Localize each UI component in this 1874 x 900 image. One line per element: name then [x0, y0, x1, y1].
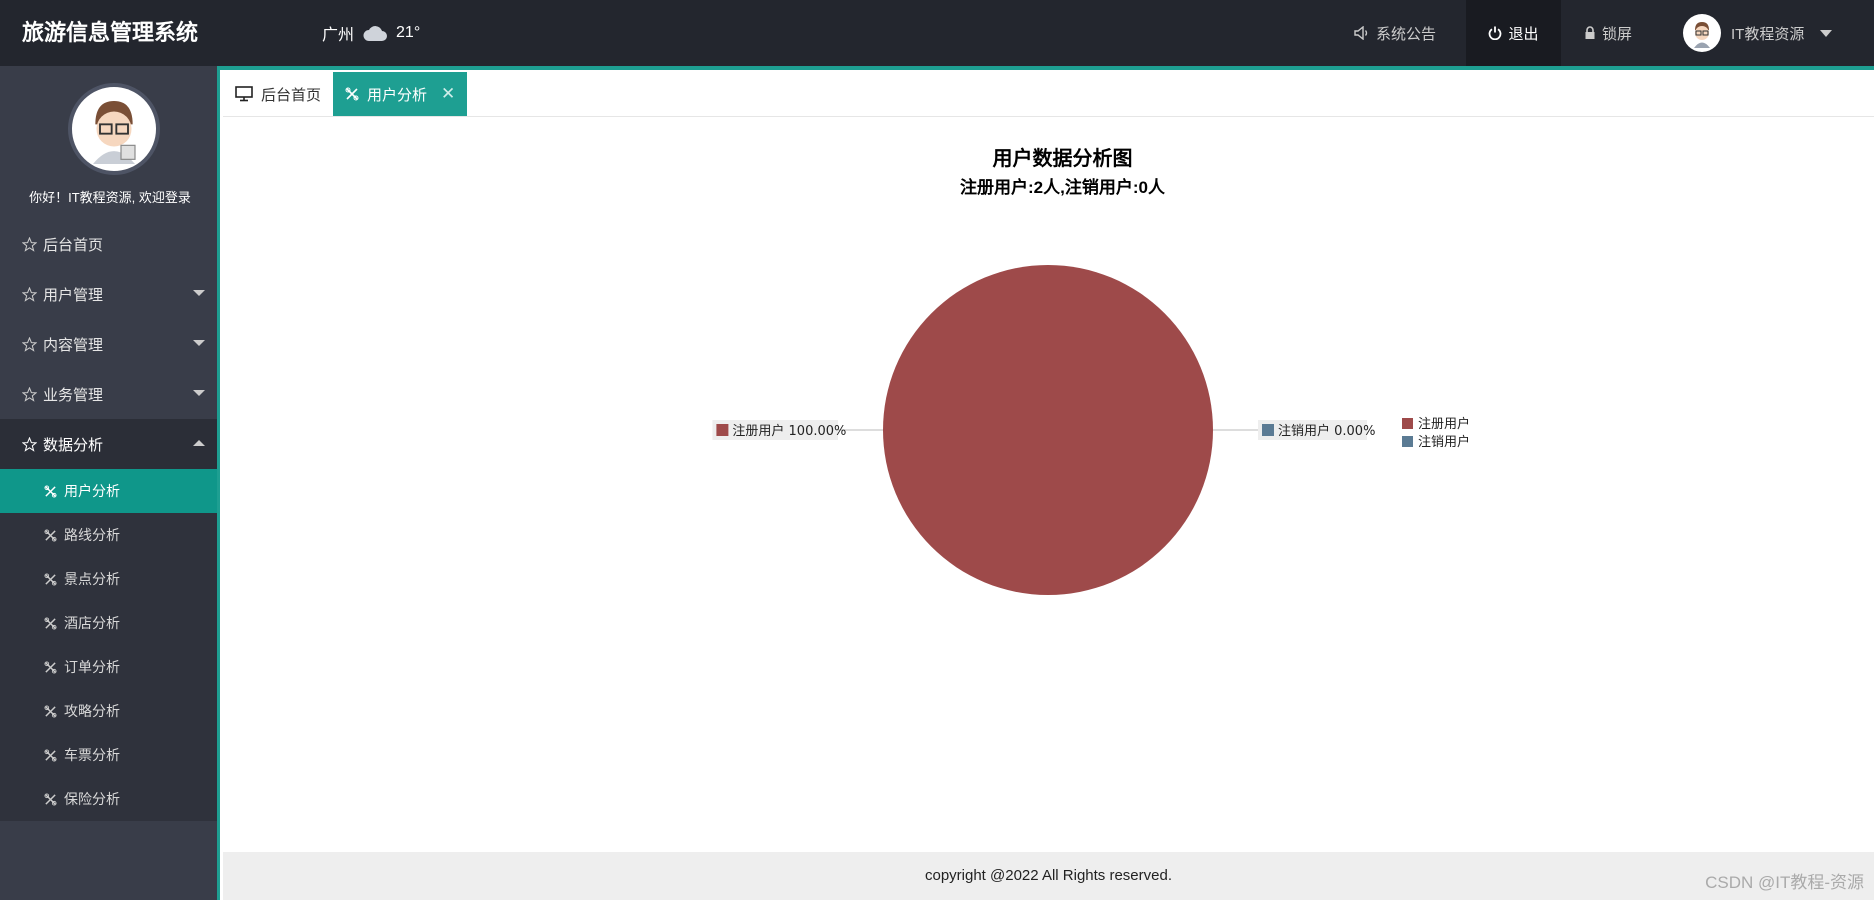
sidebar-item-label: 内容管理: [43, 336, 104, 354]
tab-label: 用户分析: [367, 86, 428, 104]
logout-label: 退出: [1508, 25, 1539, 43]
welcome-text: 你好！IT教程资源, 欢迎登录: [29, 190, 191, 205]
sidebar-item-label: 用户管理: [43, 286, 104, 304]
sidebar-item-content-management[interactable]: 内容管理: [0, 319, 217, 369]
sidebar-subitem-label: 保险分析: [64, 791, 120, 807]
star-icon: [22, 436, 37, 452]
sidebar-subitem-insurance-analysis[interactable]: 保险分析: [0, 777, 217, 821]
star-icon: [22, 386, 37, 402]
logout-button[interactable]: 退出: [1466, 0, 1561, 70]
sidebar-submenu: 用户分析 路线分析 景点分析 酒店分析 订单分析 攻略分析 车票分析 保险分析: [0, 469, 217, 821]
weather-temp: 21°: [396, 24, 421, 41]
weather-city: 广州: [322, 27, 355, 44]
user-menu[interactable]: IT教程资源: [1683, 0, 1833, 66]
sidebar-subitem-label: 车票分析: [64, 747, 120, 763]
top-header: 旅游信息管理系统 广州 21° 系统公告 退出 锁屏 IT教程资源: [0, 0, 1874, 70]
data-label-swatch: [716, 424, 729, 436]
footer: copyright @2022 All Rights reserved.: [223, 852, 1874, 900]
sidebar-avatar: [68, 83, 160, 175]
sidebar-subitem-label: 景点分析: [64, 571, 120, 587]
lock-screen-button[interactable]: 锁屏: [1584, 0, 1632, 66]
tools-icon: [44, 704, 57, 718]
tab-bar: 后台首页 用户分析 ✕: [223, 70, 1874, 117]
user-avatar-icon: [1694, 22, 1710, 48]
speaker-icon: [1354, 26, 1368, 40]
sidebar: 你好！IT教程资源, 欢迎登录 后台首页 用户管理 内容管理 业务管理 数据分析: [0, 66, 220, 900]
tools-icon: [44, 528, 57, 542]
tab-home[interactable]: 后台首页: [223, 72, 333, 116]
app-title: 旅游信息管理系统: [21, 20, 198, 45]
sidebar-subitem-attraction-analysis[interactable]: 景点分析: [0, 557, 217, 601]
user-name: IT教程资源: [1731, 25, 1805, 43]
avatar: [1683, 14, 1721, 52]
tools-icon: [44, 572, 57, 586]
sidebar-item-data-analysis[interactable]: 数据分析: [0, 419, 217, 469]
tools-icon: [44, 792, 57, 806]
tab-label: 后台首页: [261, 86, 322, 104]
notice-button[interactable]: 系统公告: [1354, 0, 1436, 66]
watermark: CSDN @IT教程-资源: [1705, 873, 1864, 892]
tools-icon: [44, 748, 57, 762]
sidebar-nav: 后台首页 用户管理 内容管理 业务管理 数据分析 用户分析 路线分析 景点分析 …: [0, 219, 217, 821]
sidebar-item-label: 数据分析: [43, 436, 104, 454]
sidebar-subitem-guide-analysis[interactable]: 攻略分析: [0, 689, 217, 733]
lock-icon: [1585, 26, 1595, 39]
data-label-swatch: [1262, 424, 1274, 436]
data-label: 注销用户 0.00%: [1278, 423, 1375, 439]
tools-icon: [44, 484, 57, 498]
legend-label[interactable]: 注销用户: [1418, 434, 1470, 450]
chevron-down-icon: [193, 290, 205, 296]
sidebar-subitem-ticket-analysis[interactable]: 车票分析: [0, 733, 217, 777]
sidebar-subitem-label: 酒店分析: [64, 615, 120, 631]
cloud-icon: [363, 26, 388, 41]
chevron-up-icon: [193, 440, 205, 446]
tools-icon: [44, 660, 57, 674]
chevron-down-icon: [193, 340, 205, 346]
pie-chart-canvas: 注册用户 100.00% 注销用户 0.00% 注册用户注销用户: [712, 265, 1470, 595]
sidebar-item-label: 业务管理: [43, 386, 104, 404]
sidebar-item-user-management[interactable]: 用户管理: [0, 269, 217, 319]
data-label: 注册用户 100.00%: [732, 423, 846, 439]
user-avatar-icon: [93, 101, 136, 164]
pie-slice[interactable]: [883, 265, 1213, 595]
tools-icon: [44, 616, 57, 630]
weather-widget: 广州 21°: [322, 0, 420, 66]
power-icon: [1489, 26, 1502, 40]
chevron-down-icon: [1820, 29, 1833, 37]
legend-label[interactable]: 注册用户: [1418, 416, 1470, 432]
tools-icon: [345, 87, 359, 101]
chevron-down-icon: [193, 390, 205, 396]
sidebar-subitem-label: 攻略分析: [64, 703, 120, 719]
sidebar-item-label: 后台首页: [43, 236, 104, 254]
legend-swatch[interactable]: [1402, 436, 1413, 447]
sidebar-subitem-label: 用户分析: [64, 483, 120, 499]
close-icon[interactable]: ✕: [441, 84, 455, 104]
monitor-icon: [235, 86, 253, 102]
legend-swatch[interactable]: [1402, 418, 1413, 429]
sidebar-subitem-user-analysis[interactable]: 用户分析: [0, 469, 217, 513]
sidebar-item-business-management[interactable]: 业务管理: [0, 369, 217, 419]
sidebar-subitem-label: 订单分析: [64, 659, 120, 675]
lock-label: 锁屏: [1602, 25, 1633, 43]
notice-label: 系统公告: [1376, 25, 1437, 43]
star-icon: [22, 286, 37, 302]
tab-user-analysis[interactable]: 用户分析 ✕: [333, 72, 468, 116]
sidebar-item-home[interactable]: 后台首页: [0, 219, 217, 269]
pie-chart: 用户数据分析图 注册用户:2人,注销用户:0人 注册用户 100.00% 注销用户…: [640, 130, 1485, 675]
star-icon: [22, 336, 37, 352]
star-icon: [22, 236, 37, 252]
sidebar-subitem-route-analysis[interactable]: 路线分析: [0, 513, 217, 557]
sidebar-subitem-hotel-analysis[interactable]: 酒店分析: [0, 601, 217, 645]
sidebar-subitem-order-analysis[interactable]: 订单分析: [0, 645, 217, 689]
sidebar-subitem-label: 路线分析: [64, 527, 120, 543]
